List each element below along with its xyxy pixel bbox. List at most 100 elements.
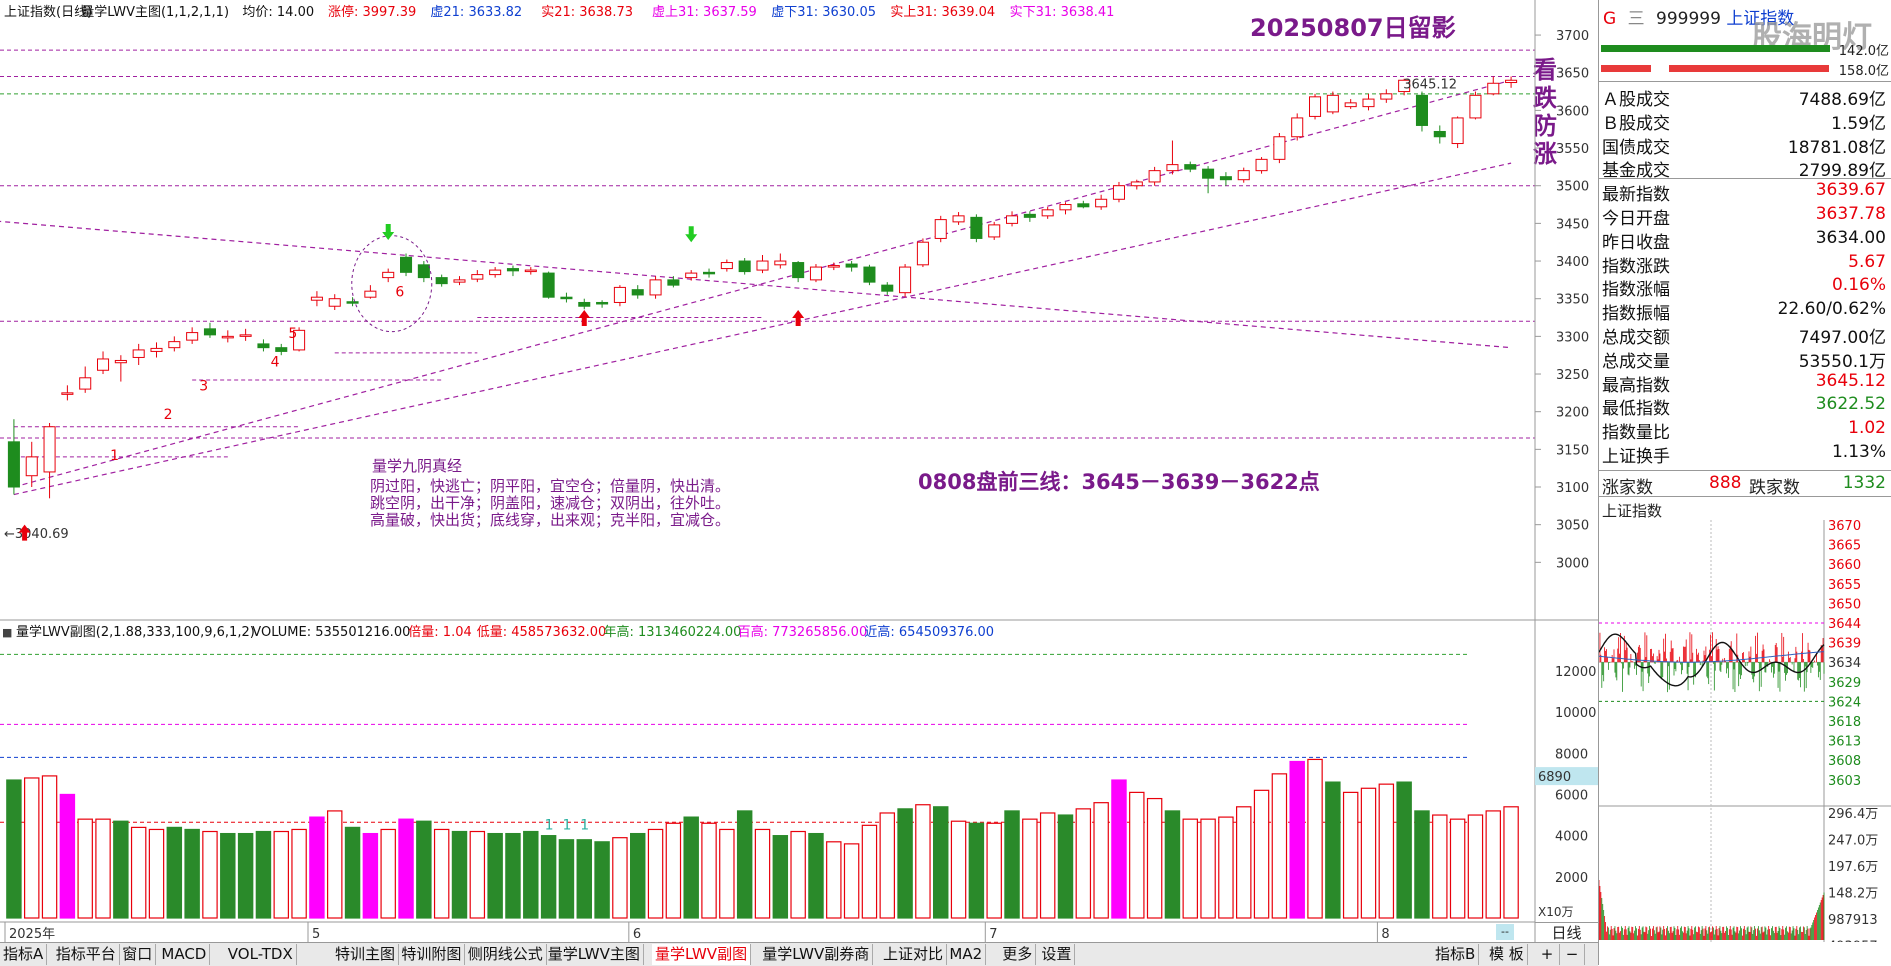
volume-bar [1236,806,1252,919]
candle-body [1326,94,1339,113]
chart-area[interactable]: 上证指数(日线)量学LWV主图(1,1,2,1,1) 均价: 14.00 涨停: 3… [0,0,1598,942]
volume-bar [1467,814,1484,919]
candle-body [881,284,894,292]
indicator-tab[interactable]: 特训附图 [398,944,466,965]
mini-volume-label: 148.2万 [1828,887,1878,902]
volume-legend-item: 倍量: 1.04 [408,625,471,640]
indicator-tab[interactable]: VOL-TDX [225,944,297,965]
candle-body [114,359,127,364]
stock-code: 999999 [1656,9,1721,29]
indicator-tab[interactable]: 窗口 [119,944,157,965]
volume-bar [1093,802,1109,919]
mini-intraday-chart[interactable]: 3670 3665 3660 3655 3650 3644 3639 3634 3629 3624… [1599,520,1891,942]
price-tick-label: 3250 [1556,368,1589,383]
menu-icon[interactable]: 三 [1628,9,1645,29]
zoom-out-button[interactable]: − [1560,944,1585,965]
volume-tick-label: 2000 [1555,871,1588,886]
volume-bar [362,832,379,919]
volume-bar [950,820,967,919]
candle-body [275,347,288,352]
quote-row: 最低指数 3622.52 [1599,393,1891,419]
volume-bar [1342,791,1359,919]
indicator-tab[interactable]: 更多 [999,944,1037,965]
volume-bar [291,828,307,919]
legend-item: 虚下31: 3630.05 [771,5,876,20]
candle-body [150,347,163,352]
volume-bar [1218,816,1234,919]
volume-bar [1325,781,1341,919]
side-note-char: 看 [1533,56,1557,84]
indicator-tab[interactable]: 设置 [1038,944,1076,965]
volume-bar [808,832,824,919]
volume-tick-label: 12000 [1555,665,1596,680]
quote-row-label: 指数振幅 [1602,304,1670,325]
volume-bar [1164,810,1181,919]
volume-bar [915,804,931,919]
quote-row-label: 总成交额 [1602,328,1670,348]
candle-body [43,426,56,473]
volume-bar [843,843,860,919]
candle-body [382,271,395,279]
candle-body [221,335,234,339]
scripture-title: 量学九阴真经 [372,457,462,475]
three-lines-text: 0808盘前三线：3645－3639－3622点 [918,470,1320,494]
candle-body [560,296,573,300]
zoom-in-button[interactable]: + [1535,944,1560,965]
tab-indicator-b[interactable]: 指标B [1432,944,1480,965]
quote-row-label: Ｂ股成交 [1602,113,1670,134]
candle-body [1451,117,1464,145]
volume-bar [1307,758,1323,919]
quote-row-value: 53550.1万 [1798,351,1886,372]
scroll-indicator[interactable]: -- [1496,924,1514,940]
volume-bar [861,824,878,919]
candle-body [1344,102,1357,108]
mini-price-label: 3624 [1828,695,1861,710]
mini-price-label: 3650 [1828,597,1861,612]
indicator-tab[interactable]: 量学LWV主图 [545,944,644,965]
candle [916,238,929,268]
indicator-tab[interactable]: 指标平台 [53,944,120,965]
indicator-tab[interactable]: 上证对比 [880,944,948,965]
tab-template[interactable]: 模 板 [1486,944,1528,965]
candle-body [1273,136,1286,160]
candle-body [720,262,733,270]
candle-body [1237,170,1250,181]
price-tick-label: 3550 [1556,142,1589,157]
indicator-tab[interactable]: MACD [158,944,211,965]
candle [1309,93,1322,120]
indicator-tab[interactable]: 侧阴线公式 [465,944,547,965]
volume-bar [59,793,76,919]
down-count: 1332 [1842,473,1886,493]
volume-legend-item: 低量: 458573632.00 [477,625,607,640]
candle-body [1095,198,1108,208]
step-number: 5 [288,326,297,342]
price-tick-label: 3600 [1556,104,1589,119]
volume-bar [1503,806,1519,919]
quote-row-value: 1.02 [1848,418,1886,439]
date-tick-label: 7 [989,927,997,942]
indicator-tab[interactable]: 量学LWV副图 [652,944,752,965]
quote-row: 指数涨跌 5.67 [1599,251,1891,277]
volume-bar [1414,810,1430,919]
volume-mark: 1 [545,818,554,834]
indicator-tab[interactable]: 特训主图 [332,944,400,965]
indicator-tab[interactable]: MA2 [946,944,987,965]
period-label[interactable]: 日线 [1535,922,1598,943]
candle-body [1255,158,1268,172]
indicator-tab[interactable]: 量学LWV副券商 [759,944,874,965]
mini-price-label: 3639 [1828,637,1861,652]
indicator-tab[interactable]: 指标A [0,944,48,965]
volume-bar [790,830,806,919]
quote-row: 最新指数 3639.67 [1599,179,1891,205]
legend-item: 量学LWV主图(1,1,2,1,1) [81,4,229,20]
candle-body [132,349,145,358]
volume-bar [184,828,200,919]
quote-row: 总成交量 53550.1万 [1599,346,1891,372]
candle-body [1184,164,1197,170]
volume-legend-item: 百高: 773265856.00 [738,624,868,640]
mini-price-label: 3613 [1828,735,1861,750]
volume-bar [933,806,949,919]
candle-body [845,263,858,268]
updown-row: 涨家数 888 跌家数 1332 [1599,470,1891,498]
volume-legend-item: 年高: 1313460224.00 [604,624,742,640]
